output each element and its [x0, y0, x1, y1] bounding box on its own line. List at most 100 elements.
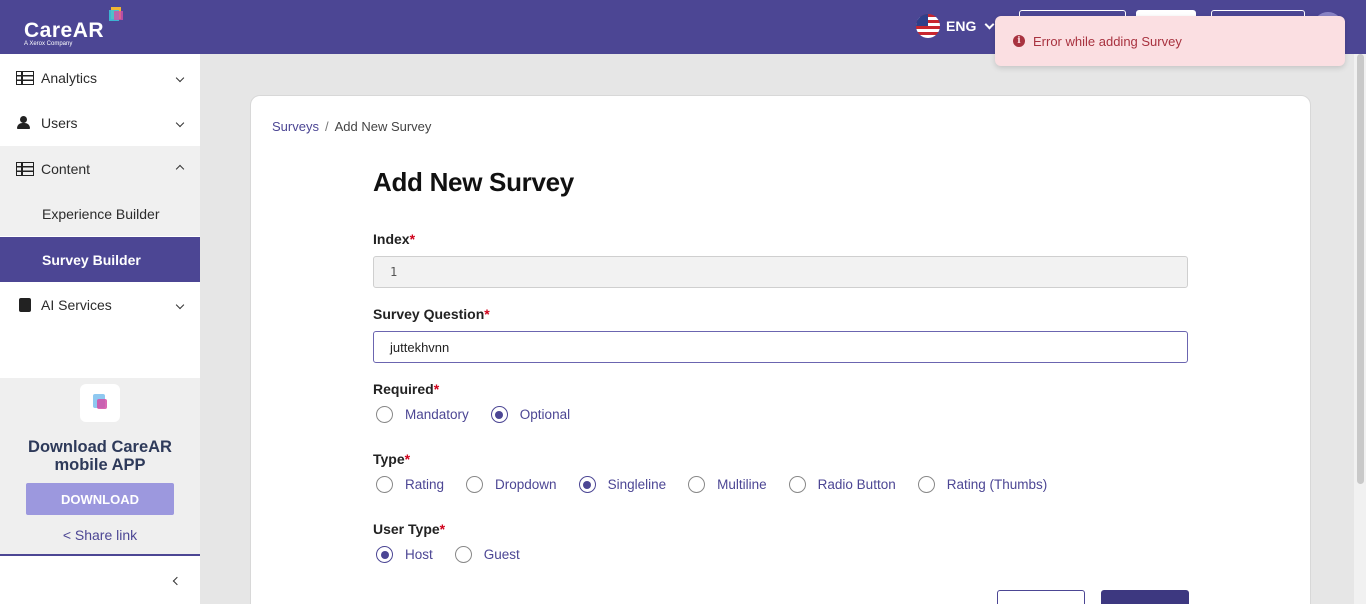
radio-mandatory[interactable]: Mandatory: [376, 406, 469, 423]
share-link[interactable]: < Share link: [0, 527, 200, 543]
chevron-left-icon[interactable]: [172, 576, 182, 586]
radio-label: Multiline: [717, 477, 767, 492]
chevron-down-icon: [175, 73, 185, 82]
logo-text: CareAR: [24, 19, 105, 42]
chip-icon: [19, 297, 31, 312]
required-radio-group: Mandatory Optional: [376, 406, 592, 423]
radio-multiline[interactable]: Multiline: [688, 476, 767, 493]
radio-label: Singleline: [607, 477, 667, 492]
type-label-text: Type: [373, 451, 405, 467]
sidebar-collapse-bar[interactable]: [0, 554, 200, 604]
radio-circle[interactable]: [376, 476, 393, 493]
radio-label: Radio Button: [817, 477, 896, 492]
error-toast: i Error while adding Survey: [995, 16, 1345, 66]
sidebar-item-users[interactable]: Users: [0, 100, 200, 145]
required-mark: *: [433, 381, 440, 397]
chevron-down-icon: [175, 118, 185, 127]
survey-question-label-text: Survey Question: [373, 306, 485, 322]
type-label: Type*: [373, 451, 410, 467]
users-icon: [16, 115, 34, 130]
breadcrumb-surveys-link[interactable]: Surveys: [272, 119, 319, 134]
us-flag-icon: [916, 14, 940, 38]
radio-guest[interactable]: Guest: [454, 546, 520, 563]
radio-radio-button[interactable]: Radio Button: [788, 476, 896, 493]
create-button[interactable]: CREATE: [1101, 590, 1189, 604]
radio-label: Dropdown: [495, 477, 557, 492]
language-label: ENG: [946, 18, 977, 34]
scrollbar-thumb[interactable]: [1357, 54, 1364, 484]
radio-circle[interactable]: [917, 476, 935, 493]
required-mark: *: [409, 231, 416, 247]
radio-circle[interactable]: [688, 476, 706, 493]
survey-form-card: Surveys / Add New Survey Add New Survey In…: [250, 95, 1311, 604]
chevron-up-icon: [175, 164, 185, 173]
logo-subtitle: A Xerox Company: [24, 41, 73, 47]
required-label: Required*: [373, 381, 439, 397]
user-type-radio-group: Host Guest: [376, 546, 542, 563]
sidebar-item-content[interactable]: Content: [0, 146, 200, 191]
breadcrumb-separator: /: [324, 119, 329, 134]
radio-circle[interactable]: [788, 476, 806, 493]
toast-message: Error while adding Survey: [1033, 33, 1182, 49]
promo-title-line-2: mobile APP: [54, 456, 146, 474]
download-button[interactable]: DOWNLOAD: [26, 483, 174, 515]
radio-label: Rating (Thumbs): [946, 477, 1048, 492]
radio-circle[interactable]: [376, 406, 393, 423]
cancel-button[interactable]: CANCEL: [997, 590, 1085, 604]
index-label: Index*: [373, 231, 415, 247]
radio-label: Optional: [519, 407, 571, 422]
survey-question-label: Survey Question*: [373, 306, 490, 322]
logo-cube-icon: [109, 7, 123, 21]
required-mark: *: [404, 451, 411, 467]
sidebar-item-survey-builder[interactable]: Survey Builder: [0, 237, 200, 282]
radio-host[interactable]: Host: [376, 546, 433, 563]
radio-dropdown[interactable]: Dropdown: [466, 476, 557, 493]
promo-title: Download CareAR mobile APP: [0, 438, 200, 474]
download-app-promo: Download CareAR mobile APP DOWNLOAD < Sh…: [0, 378, 200, 554]
radio-circle[interactable]: [466, 476, 484, 493]
index-label-text: Index: [373, 231, 410, 247]
radio-circle-selected[interactable]: [578, 476, 596, 493]
sidebar-item-label: Experience Builder: [42, 205, 160, 222]
table-icon: [16, 161, 34, 176]
required-label-text: Required: [373, 381, 434, 397]
radio-optional[interactable]: Optional: [490, 406, 571, 423]
type-radio-group: Rating Dropdown Singleline Multiline Rad…: [376, 476, 1069, 493]
breadcrumb-current: Add New Survey: [334, 119, 432, 134]
radio-rating[interactable]: Rating: [376, 476, 444, 493]
radio-label: Guest: [483, 547, 520, 562]
sidebar-item-label: Users: [41, 114, 78, 131]
required-mark: *: [439, 521, 446, 537]
radio-label: Mandatory: [405, 407, 469, 422]
sidebar-item-analytics[interactable]: Analytics: [0, 55, 200, 100]
page-title: Add New Survey: [373, 167, 574, 197]
required-mark: *: [484, 306, 490, 322]
table-icon: [16, 70, 34, 85]
chevron-down-icon: [984, 19, 995, 29]
survey-question-input[interactable]: juttekhvnn: [373, 331, 1188, 363]
sidebar-item-label: Survey Builder: [42, 251, 141, 268]
radio-label: Rating: [405, 477, 445, 492]
breadcrumb: Surveys / Add New Survey: [272, 119, 431, 134]
language-selector[interactable]: ENG: [916, 14, 995, 38]
sidebar-item-label: AI Services: [41, 296, 112, 313]
sidebar-item-ai-services[interactable]: AI Services: [0, 282, 200, 327]
chevron-down-icon: [175, 300, 185, 309]
radio-circle[interactable]: [454, 546, 472, 563]
app-logo-icon: [80, 384, 120, 422]
sidebar-item-label: Analytics: [41, 69, 98, 86]
carear-logo[interactable]: CareAR A Xerox Company: [22, 6, 132, 50]
page-scrollbar[interactable]: [1354, 54, 1366, 604]
info-icon: i: [1013, 35, 1025, 47]
radio-circle-selected[interactable]: [376, 546, 393, 563]
radio-label: Host: [405, 547, 433, 562]
user-type-label: User Type*: [373, 521, 445, 537]
radio-circle-selected[interactable]: [490, 406, 508, 423]
index-field: 1: [373, 256, 1188, 288]
radio-rating-thumbs[interactable]: Rating (Thumbs): [917, 476, 1048, 493]
sidebar-item-experience-builder[interactable]: Experience Builder: [0, 191, 200, 236]
radio-singleline[interactable]: Singleline: [578, 476, 667, 493]
sidebar-item-label: Content: [41, 160, 91, 177]
user-type-label-text: User Type: [373, 521, 440, 537]
promo-title-line-1: Download CareAR: [28, 438, 172, 456]
